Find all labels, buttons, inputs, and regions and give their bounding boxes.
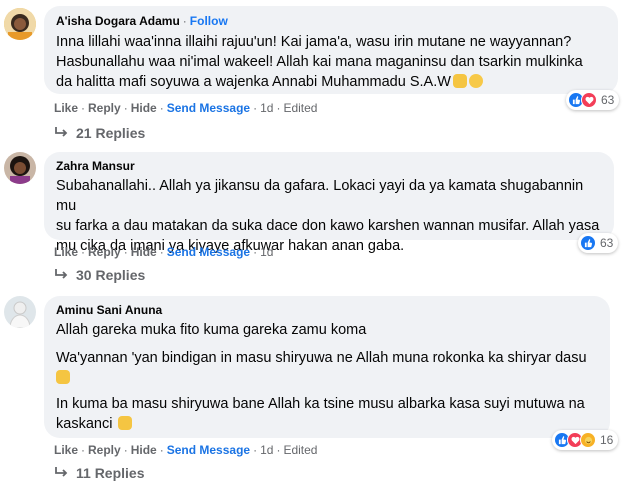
comment-paragraph: kaskanci [56,416,113,432]
like-button[interactable]: Like [54,245,78,259]
comment-actions: Like · Reply · Hide · Send Message · 1d · Edited [54,101,318,115]
send-message-button[interactable]: Send Message [167,245,250,259]
comment-text: Allah gareka muka fito kuma gareka zamu … [56,320,598,434]
comment-line: su farka a dau matakan da suka dace don … [56,218,600,234]
comment-actions: Like · Reply · Hide · Send Message · 1d [54,245,274,259]
comment-author[interactable]: A'isha Dogara Adamu [56,14,180,28]
reaction-count: 16 [600,433,614,447]
avatar[interactable] [4,296,36,328]
reaction-summary[interactable]: 63 [578,233,619,253]
avatar-image [4,8,36,40]
reply-button[interactable]: Reply [88,443,121,457]
comment-paragraph: In kuma ba masu shiryuwa bane Allah ka t… [56,396,585,412]
hide-button[interactable]: Hide [131,101,157,115]
folded-hands-emoji-icon [118,416,133,430]
follow-button[interactable]: Follow [190,14,228,28]
comment-author[interactable]: Aminu Sani Anuna [56,302,598,318]
comment-bubble: A'isha Dogara Adamu · Follow Inna lillahi … [44,6,618,94]
care-icon [580,432,596,448]
reaction-count: 63 [601,93,615,107]
comment-line: da halitta mafi soyuwa a wajenka Annabi … [56,74,451,90]
timestamp[interactable]: 1d [260,245,273,259]
view-replies-button[interactable]: 30 Replies [54,266,145,284]
like-button[interactable]: Like [54,443,78,457]
comment-paragraph: Wa'yannan 'yan bindigan in masu shiryuwa… [56,350,587,366]
view-replies-button[interactable]: 21 Replies [54,124,145,142]
crying-face-emoji-icon [468,74,483,88]
avatar[interactable] [4,8,36,40]
clap-emoji-icon [452,74,467,88]
comment-line: Inna lillahi waa'inna illaihi rajuu'un! … [56,34,572,50]
reaction-summary[interactable]: 16 [552,430,619,450]
comment-bubble: Aminu Sani Anuna Allah gareka muka fito … [44,296,610,438]
comment-actions: Like · Reply · Hide · Send Message · 1d · Edited [54,443,318,457]
separator-dot: · [182,14,187,28]
timestamp[interactable]: 1d [260,101,273,115]
reaction-summary[interactable]: 63 [566,90,620,110]
reply-button[interactable]: Reply [88,101,121,115]
like-button[interactable]: Like [54,101,78,115]
folded-hands-emoji-icon [56,370,70,384]
timestamp[interactable]: 1d [260,443,273,457]
comment-line: Hasbunallahu waa ni'imal wakeel! Allah k… [56,54,583,70]
comment-bubble: Zahra Mansur Subahanallahi.. Allah ya ji… [44,152,614,254]
replies-count: 30 Replies [76,267,146,283]
avatar-image [4,296,36,328]
hide-button[interactable]: Hide [131,443,157,457]
reply-button[interactable]: Reply [88,245,121,259]
comment-line: Subahanallahi.. Allah ya jikansu da gafa… [56,178,584,214]
comment-author[interactable]: Zahra Mansur [56,158,602,174]
send-message-button[interactable]: Send Message [167,101,250,115]
edited-label: Edited [283,101,318,115]
love-icon [581,92,597,108]
comment-paragraph: Allah gareka muka fito kuma gareka zamu … [56,322,367,338]
view-replies-button[interactable]: 11 Replies [54,464,145,482]
avatar[interactable] [4,152,36,184]
edited-label: Edited [283,443,318,457]
reaction-count: 63 [600,236,614,250]
comment-text: Inna lillahi waa'inna illaihi rajuu'un! … [56,32,606,92]
reply-arrow-icon [55,127,68,137]
avatar-image [4,152,36,184]
reply-arrow-icon [55,269,68,279]
replies-count: 21 Replies [76,125,146,141]
replies-count: 11 Replies [76,465,145,481]
like-icon [580,235,596,251]
send-message-button[interactable]: Send Message [167,443,250,457]
hide-button[interactable]: Hide [131,245,157,259]
